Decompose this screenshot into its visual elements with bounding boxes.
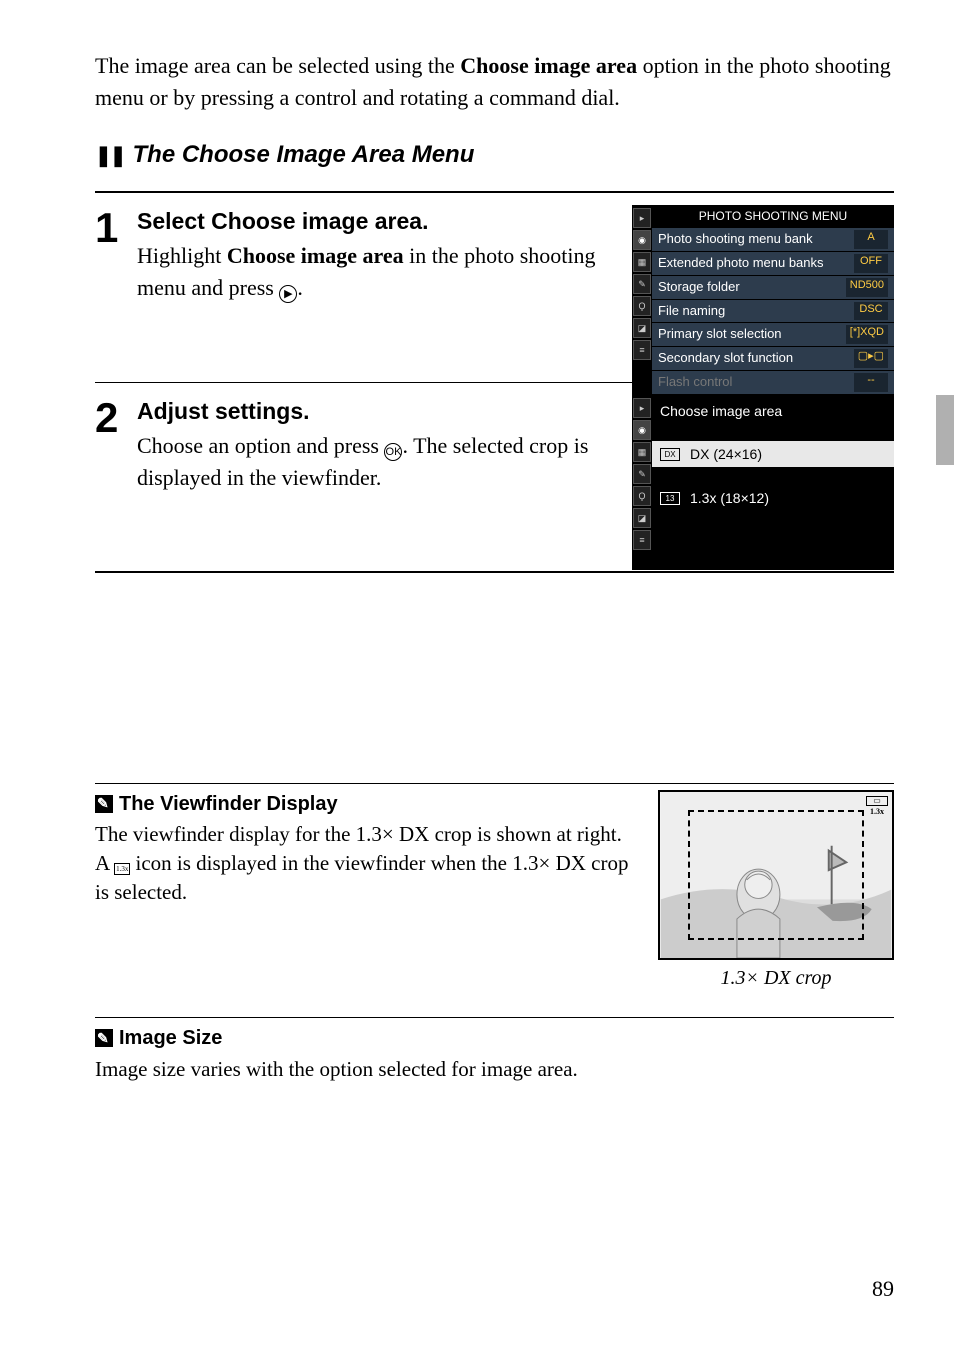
multi-selector-right-icon: ▶	[279, 285, 297, 303]
badge-bottom: 1.3x	[866, 806, 888, 818]
step-title-bold: Choose image area	[211, 208, 422, 234]
tab-icon: ✎	[633, 274, 651, 294]
option-dx: DX DX (24×16)	[652, 441, 894, 467]
step-title: Adjust settings.	[137, 395, 614, 428]
crop-indicator-icon: 1.3x	[114, 863, 130, 875]
tab-icon: ▸	[633, 208, 651, 228]
note-image-size: Image Size Image size varies with the op…	[95, 1017, 894, 1084]
crop-badge-icon: ▭ 1.3x	[866, 796, 888, 818]
menu-row-label: Storage folder	[658, 278, 740, 297]
note-viewfinder: The Viewfinder Display The viewfinder di…	[95, 783, 894, 993]
menu-row: Secondary slot function ▢▸▢	[652, 347, 894, 371]
viewfinder-caption: 1.3× DX crop	[658, 964, 894, 993]
note-title: Image Size	[95, 1024, 894, 1053]
note-text: The Viewfinder Display The viewfinder di…	[95, 790, 638, 993]
intro-text-1: The image area can be selected using the	[95, 53, 460, 78]
step-title-post: .	[422, 208, 428, 234]
badge-top: ▭	[866, 796, 888, 806]
tab-icon: ▦	[633, 252, 651, 272]
tab-icon: ◉	[633, 230, 651, 250]
menu-row-label: Secondary slot function	[658, 349, 793, 368]
menu-content: Choose image area DX DX (24×16) 13 1.3x (1…	[652, 395, 894, 570]
intro-bold: Choose image area	[460, 53, 637, 78]
menu-row-value: [*]XQD	[846, 325, 888, 344]
section-heading: The Choose Image Area Menu	[95, 138, 894, 173]
tab-icon: ≡	[633, 340, 651, 360]
step-1: 1 Select Choose image area. Highlight Ch…	[95, 193, 894, 383]
menu-row-value: ▢▸▢	[854, 349, 888, 368]
menu-row: File naming DSC	[652, 300, 894, 324]
menu-row-value: A	[854, 230, 888, 249]
note-title: The Viewfinder Display	[95, 790, 638, 818]
notes-section: The Viewfinder Display The viewfinder di…	[95, 783, 894, 1084]
camera-menu-screenshot-2: ▸ ◉ ▦ ✎ Ϙ ◪ ≡ Choose image area DX DX (24…	[632, 395, 894, 570]
menu-row-label: Primary slot selection	[658, 325, 782, 344]
step-number: 2	[95, 395, 137, 553]
option-label: 1.3x (18×12)	[690, 488, 769, 508]
viewfinder-frame: ▭ 1.3x	[658, 790, 894, 960]
step-2: 2 Adjust settings. Choose an option and …	[95, 383, 894, 573]
tab-icon: ◪	[633, 508, 651, 528]
crop-frame	[688, 810, 864, 940]
menu-row: Extended photo menu banks OFF	[652, 252, 894, 276]
viewfinder-illustration: ▭ 1.3x 1.3× DX crop	[658, 790, 894, 993]
menu-row-value: ND500	[846, 278, 888, 297]
step-number: 1	[95, 205, 137, 364]
tab-icon: ▦	[633, 442, 651, 462]
step-desc-d: .	[297, 275, 303, 300]
menu-row: Primary slot selection [*]XQD	[652, 323, 894, 347]
step-title-pre: Select	[137, 208, 211, 234]
menu-row-label: File naming	[658, 302, 725, 321]
menu-row-value: DSC	[854, 302, 888, 321]
note-icon	[95, 795, 113, 813]
tab-icon: Ϙ	[633, 486, 651, 506]
note-body: Image size varies with the option select…	[95, 1055, 894, 1084]
menu-row: Storage folder ND500	[652, 276, 894, 300]
note-icon	[95, 1029, 113, 1047]
step-description: Highlight Choose image area in the photo…	[137, 240, 614, 304]
note-title-text: Image Size	[119, 1027, 222, 1049]
page-number: 89	[872, 1273, 894, 1305]
submenu-title: Choose image area	[652, 399, 894, 423]
crop-icon: DX	[660, 448, 680, 461]
tab-icon: ◉	[633, 420, 651, 440]
menu-row: Photo shooting menu bank A	[652, 228, 894, 252]
option-label: DX (24×16)	[690, 444, 762, 464]
note-body-b: icon is displayed in the viewfinder when…	[95, 851, 629, 904]
steps-list: 1 Select Choose image area. Highlight Ch…	[95, 191, 894, 573]
menu-row-label: Extended photo menu banks	[658, 254, 824, 273]
ok-button-icon: OK	[384, 443, 402, 461]
menu-title: PHOTO SHOOTING MENU	[652, 205, 894, 228]
step-desc-a: Highlight	[137, 243, 227, 268]
option-13x: 13 1.3x (18×12)	[652, 485, 894, 511]
step-title: Select Choose image area.	[137, 205, 614, 238]
menu-tab-strip: ▸ ◉ ▦ ✎ Ϙ ◪ ≡	[632, 395, 652, 570]
tab-icon: ≡	[633, 530, 651, 550]
tab-icon: ◪	[633, 318, 651, 338]
menu-row-value: OFF	[854, 254, 888, 273]
tab-icon: ▸	[633, 398, 651, 418]
crop-icon: 13	[660, 492, 680, 505]
tab-icon: Ϙ	[633, 296, 651, 316]
tab-icon: ✎	[633, 464, 651, 484]
menu-row-label: Photo shooting menu bank	[658, 230, 813, 249]
step-desc-a: Choose an option and press	[137, 433, 384, 458]
note-title-text: The Viewfinder Display	[119, 793, 338, 815]
step-description: Choose an option and press OK. The selec…	[137, 430, 614, 494]
step-desc-b: Choose image area	[227, 243, 404, 268]
page-edge-tab	[936, 395, 954, 465]
intro-paragraph: The image area can be selected using the…	[95, 50, 894, 114]
